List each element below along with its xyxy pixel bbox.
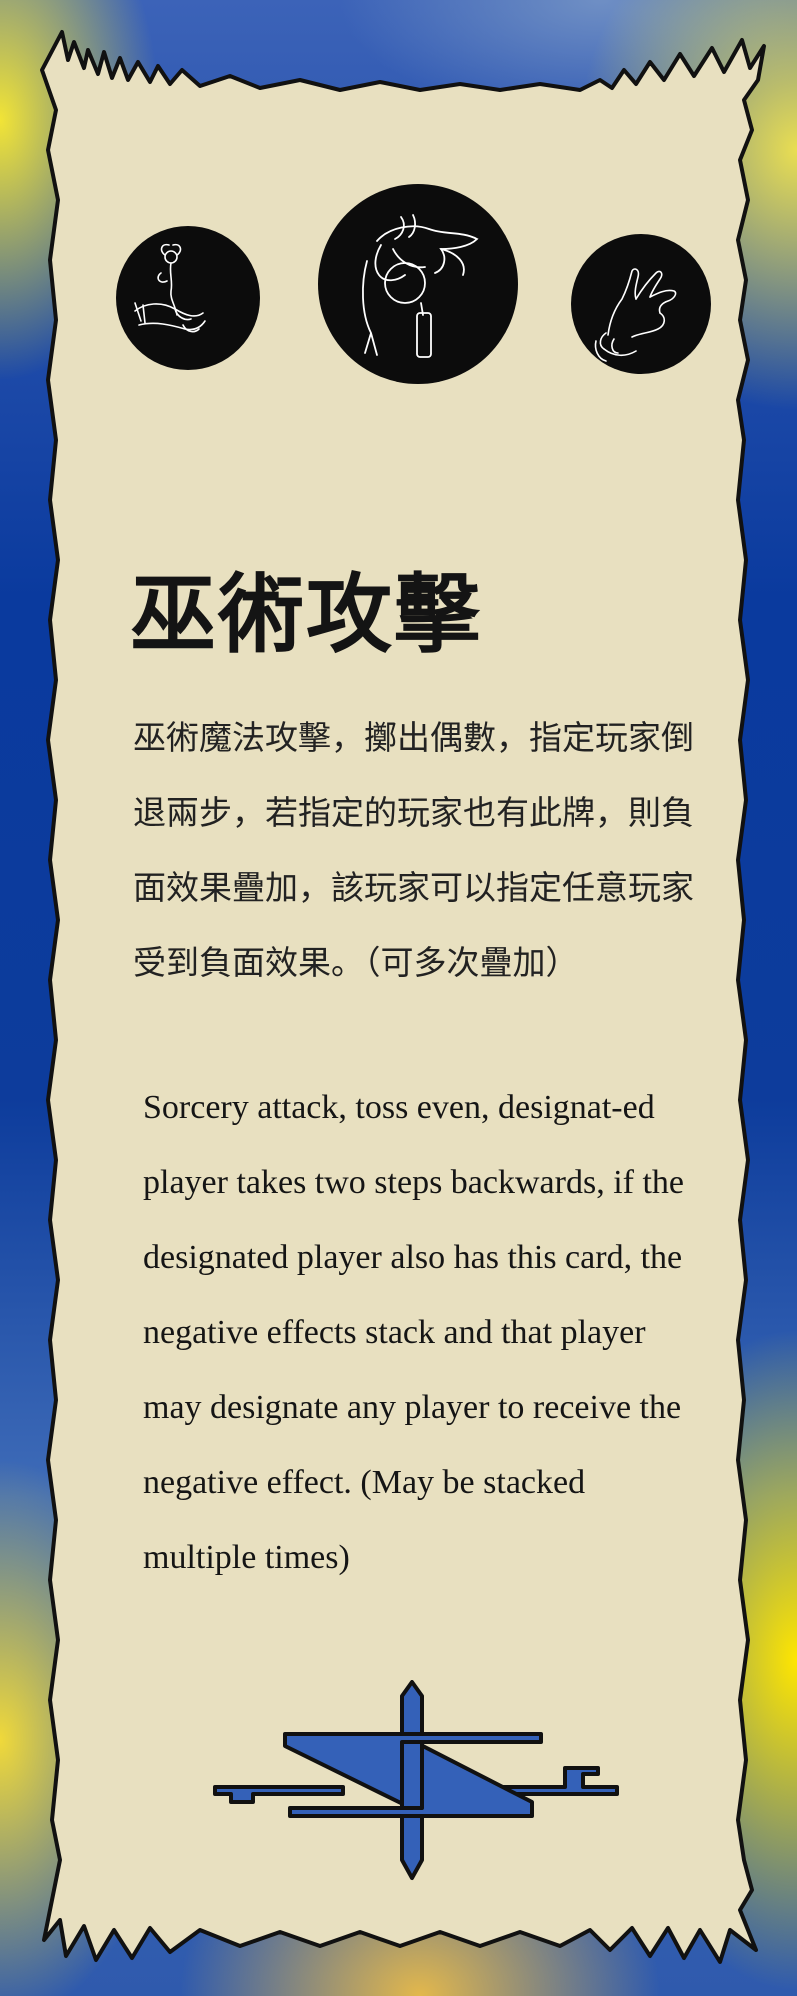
emblem [205,1680,625,1889]
card-description-zh: 巫術魔法攻擊，擲出偶數，指定玩家倒退兩步，若指定的玩家也有此牌，則負面效果疊加，… [133,718,694,982]
medallion-right [570,233,712,375]
medallion-left [115,225,261,371]
medallion-center [317,183,519,385]
card-description-en: Sorcery attack, toss even, designat-ed p… [143,1089,684,1576]
hand-holding-flower-icon [116,226,260,370]
hand-holding-prayer-beads-icon [318,184,518,384]
card-title: 巫術攻擊 [130,564,482,665]
mudra-hand-icon [571,234,711,374]
sorcery-glyph-icon [213,1680,619,1880]
